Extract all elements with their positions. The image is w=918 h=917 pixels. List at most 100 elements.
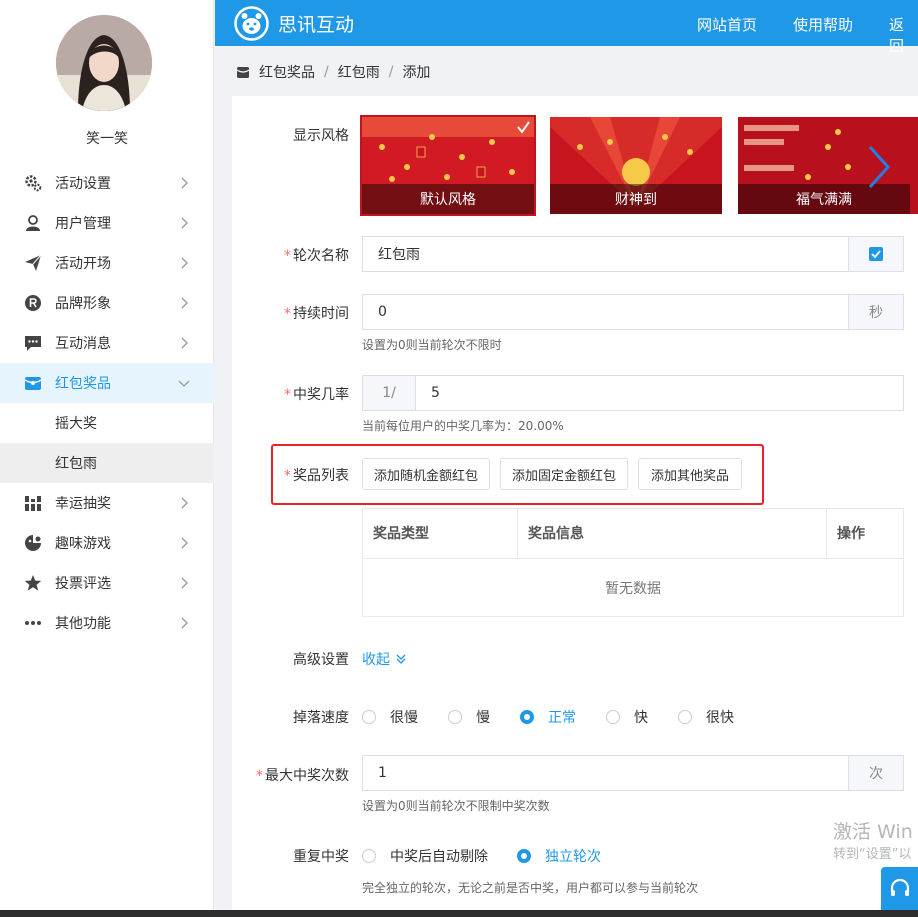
add-other-prize-button[interactable]: 添加其他奖品 xyxy=(638,458,742,490)
avatar[interactable] xyxy=(56,15,152,111)
star-icon xyxy=(24,574,42,592)
username: 笑一笑 xyxy=(86,131,128,147)
sidebar-item-label: 幸运抽奖 xyxy=(55,496,111,512)
chevron-right-icon xyxy=(181,497,188,509)
sidebar-subitem-shake-prize[interactable]: 摇大奖 xyxy=(0,403,214,443)
style-option-fuqi[interactable]: 福气满满 xyxy=(738,117,918,214)
speed-option-very-fast[interactable]: 很快 xyxy=(678,707,734,727)
top-header: 思讯互动 网站首页 使用帮助 返回 xyxy=(215,0,918,55)
radio-circle xyxy=(678,710,692,724)
taskbar-edge xyxy=(0,910,918,917)
advanced-label: 高级设置 xyxy=(293,652,349,668)
chevron-right-icon xyxy=(181,257,188,269)
radio-circle xyxy=(520,710,534,724)
customer-service-button[interactable] xyxy=(881,867,918,910)
sidebar-menu: 活动设置 用户管理 活动开场 品牌形象 互动消息 红包奖品 摇大奖 红包雨 幸运… xyxy=(0,163,214,643)
speed-option-normal[interactable]: 正常 xyxy=(520,707,576,727)
nav-home[interactable]: 网站首页 xyxy=(697,14,757,35)
headset-icon xyxy=(890,878,909,896)
speed-option-slow[interactable]: 慢 xyxy=(448,707,490,727)
redpacket-icon xyxy=(236,67,250,78)
sidebar-item-label: 用户管理 xyxy=(55,216,111,232)
game-icon xyxy=(24,534,42,552)
checkbox-checked-icon xyxy=(869,247,883,261)
duration-hint: 设置为0则当前轮次不限时 xyxy=(362,338,502,352)
sidebar-item-voting[interactable]: 投票评选 xyxy=(0,563,214,603)
duration-unit: 秒 xyxy=(848,294,904,330)
breadcrumb-separator: / xyxy=(388,64,394,80)
prize-table: 奖品类型 奖品信息 操作 暂无数据 xyxy=(362,508,904,617)
chevron-right-icon[interactable] xyxy=(866,145,892,189)
chevron-right-icon xyxy=(181,577,188,589)
repeat-option-remove[interactable]: 中奖后自动剔除 xyxy=(362,846,488,866)
prize-list-label: * 奖品列表 xyxy=(284,468,349,484)
breadcrumb: 红包奖品 / 红包雨 / 添加 xyxy=(236,62,430,82)
speed-option-very-slow[interactable]: 很慢 xyxy=(362,707,418,727)
add-fixed-redpacket-button[interactable]: 添加固定金额红包 xyxy=(500,458,628,490)
radio-circle xyxy=(362,849,376,863)
send-icon xyxy=(24,254,42,272)
advanced-toggle-label: 收起 xyxy=(362,652,390,668)
sidebar-item-activity-settings[interactable]: 活动设置 xyxy=(0,163,214,203)
sidebar-item-label: 投票评选 xyxy=(55,576,111,592)
sidebar-item-user-management[interactable]: 用户管理 xyxy=(0,203,214,243)
sidebar-item-games[interactable]: 趣味游戏 xyxy=(0,523,214,563)
breadcrumb-item[interactable]: 红包奖品 xyxy=(259,62,315,82)
rate-hint: 当前每位用户的中奖几率为：20.00% xyxy=(362,419,564,433)
more-icon xyxy=(24,614,42,632)
activation-watermark-sub: 转到“设置”以 xyxy=(833,847,912,862)
chevron-right-icon xyxy=(181,297,188,309)
brand-name: 思讯互动 xyxy=(278,14,355,36)
max-wins-unit: 次 xyxy=(848,755,904,791)
slot-icon xyxy=(24,494,42,512)
sidebar-item-label: 其他功能 xyxy=(55,616,111,632)
round-name-input[interactable]: 红包雨 xyxy=(362,236,849,272)
rate-label: * 中奖几率 xyxy=(284,387,349,403)
breadcrumb-separator: / xyxy=(324,64,329,80)
rate-prefix: 1/ xyxy=(362,375,416,411)
user-icon xyxy=(24,214,42,232)
breadcrumb-current: 添加 xyxy=(402,65,431,81)
rate-input[interactable]: 5 xyxy=(415,375,904,411)
gear-icon xyxy=(24,174,42,192)
chevron-right-icon xyxy=(181,617,188,629)
sidebar-item-label: 红包奖品 xyxy=(55,376,111,392)
max-wins-label: * 最大中奖次数 xyxy=(256,768,349,784)
duration-input[interactable]: 0 xyxy=(362,294,849,330)
sidebar-item-brand[interactable]: 品牌形象 xyxy=(0,283,214,323)
repeat-label: 重复中奖 xyxy=(293,849,349,865)
sidebar-item-redpacket[interactable]: 红包奖品 xyxy=(0,363,214,403)
repeat-option-independent[interactable]: 独立轮次 xyxy=(517,846,601,866)
chevron-right-icon xyxy=(181,337,188,349)
speed-label: 掉落速度 xyxy=(293,710,349,726)
sidebar-item-label: 活动开场 xyxy=(55,256,111,272)
sidebar-subitem-redpacket-rain[interactable]: 红包雨 xyxy=(0,443,214,483)
sidebar-item-lucky-draw[interactable]: 幸运抽奖 xyxy=(0,483,214,523)
add-random-redpacket-button[interactable]: 添加随机金额红包 xyxy=(362,458,490,490)
column-header: 奖品类型 xyxy=(363,509,518,557)
sidebar-item-other[interactable]: 其他功能 xyxy=(0,603,214,643)
round-name-checkbox[interactable] xyxy=(848,236,904,272)
style-option-label: 默认风格 xyxy=(362,184,534,214)
sidebar-item-label: 互动消息 xyxy=(55,336,111,352)
max-wins-input[interactable]: 1 xyxy=(362,755,849,791)
logo-icon[interactable] xyxy=(234,6,269,41)
nav-back[interactable]: 返回 xyxy=(889,14,918,56)
activation-watermark: 激活 Win xyxy=(833,821,913,843)
sidebar-item-opening[interactable]: 活动开场 xyxy=(0,243,214,283)
style-option-default[interactable]: 默认风格 xyxy=(360,115,536,216)
sidebar-item-label: 品牌形象 xyxy=(55,296,111,312)
advanced-toggle[interactable]: 收起 xyxy=(362,649,407,669)
speed-option-fast[interactable]: 快 xyxy=(606,707,648,727)
registered-icon xyxy=(24,294,42,312)
message-icon xyxy=(24,334,42,352)
style-label: 显示风格 xyxy=(293,128,349,144)
gift-icon xyxy=(24,374,42,392)
nav-help[interactable]: 使用帮助 xyxy=(793,14,853,35)
sidebar: 笑一笑 活动设置 用户管理 活动开场 品牌形象 互动消息 红包奖品 摇大奖 红包… xyxy=(0,0,214,910)
style-option-caishen[interactable]: 财神到 xyxy=(550,117,722,214)
sidebar-item-messages[interactable]: 互动消息 xyxy=(0,323,214,363)
max-wins-hint: 设置为0则当前轮次不限制中奖次数 xyxy=(362,799,550,813)
breadcrumb-item[interactable]: 红包雨 xyxy=(338,62,380,82)
style-option-label: 财神到 xyxy=(550,184,722,214)
